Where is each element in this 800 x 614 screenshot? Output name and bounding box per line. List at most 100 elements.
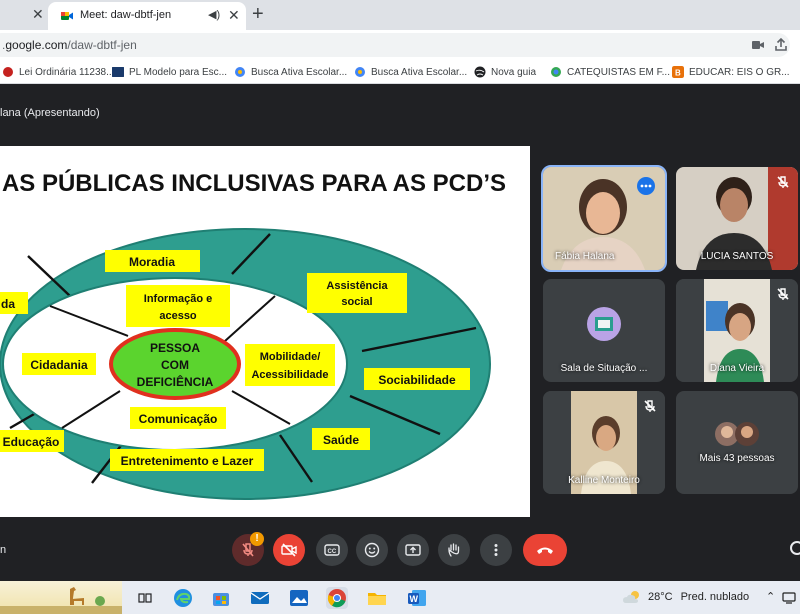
bookmark-busca-ativa-1[interactable]: Busca Ativa Escolar... bbox=[234, 64, 347, 80]
cloud-icon bbox=[623, 591, 639, 603]
photos-icon bbox=[290, 590, 308, 606]
camera-in-use-icon[interactable] bbox=[752, 40, 764, 50]
previous-tab-close-icon[interactable]: ✕ bbox=[32, 6, 44, 23]
bookmark-favicon-icon bbox=[112, 67, 124, 77]
widgets-thumbnail[interactable] bbox=[0, 581, 122, 614]
participant-name: Kalline Monteiro bbox=[568, 475, 640, 486]
participant-name: Sala de Situação ... bbox=[560, 363, 648, 374]
label-moradia: Moradia bbox=[129, 255, 175, 269]
tray-network-icon[interactable] bbox=[782, 590, 796, 604]
hang-up-icon bbox=[537, 547, 553, 554]
tab-close-icon[interactable]: ✕ bbox=[228, 7, 240, 24]
taskbar-chrome[interactable] bbox=[326, 587, 348, 609]
weather-condition: Pred. nublado bbox=[680, 591, 750, 603]
meeting-info-icon[interactable] bbox=[790, 541, 800, 555]
participant-tile-diana[interactable]: Diana Vieira bbox=[676, 279, 798, 382]
taskbar-mail[interactable] bbox=[249, 587, 271, 609]
chrome-icon bbox=[327, 589, 346, 608]
globe-icon bbox=[474, 66, 486, 78]
omnibox[interactable]: .google.com/daw-dbtf-jen bbox=[0, 33, 790, 57]
bookmark-pl-modelo[interactable]: PL Modelo para Esc... bbox=[112, 64, 227, 80]
participant-name: Fábia Halana bbox=[555, 251, 615, 262]
label-educacao: Educação bbox=[3, 435, 60, 449]
task-view-button[interactable] bbox=[134, 587, 156, 609]
word-icon: W bbox=[408, 590, 426, 606]
taskbar-store[interactable] bbox=[210, 587, 232, 609]
closed-captions-icon: CC bbox=[324, 544, 340, 556]
tray-chevron-up-icon[interactable]: ⌃ bbox=[766, 590, 775, 603]
emoji-icon bbox=[364, 542, 380, 558]
participant-tile-fabia[interactable]: Fábia Halana bbox=[541, 165, 667, 272]
bookmark-favicon-icon bbox=[551, 67, 561, 77]
label-assistencia-2: social bbox=[341, 296, 372, 308]
bookmark-busca-ativa-2[interactable]: Busca Ativa Escolar... bbox=[354, 64, 467, 80]
participant-avatars-group bbox=[715, 422, 759, 446]
svg-text:B: B bbox=[675, 69, 681, 78]
bookmark-favicon-icon bbox=[355, 67, 365, 77]
task-view-icon bbox=[138, 593, 152, 603]
speaker-icon[interactable]: ◀) bbox=[208, 8, 220, 21]
browser-tab-meet[interactable]: Meet: daw-dbtf-jen ◀) ✕ bbox=[48, 2, 246, 30]
label-assistencia-1: Assistência bbox=[326, 280, 388, 292]
label-entretenimento: Entretenimento e Lazer bbox=[121, 454, 254, 468]
label-informacao-2: acesso bbox=[159, 310, 197, 322]
meet-stage: lana (Apresentando) AS PÚBLICAS INCLUSIV… bbox=[0, 85, 800, 581]
camera-toggle-button[interactable] bbox=[273, 534, 305, 566]
presenter-label: lana (Apresentando) bbox=[0, 107, 100, 119]
address-bar-row: .google.com/daw-dbtf-jen bbox=[0, 30, 800, 60]
bookmark-lei-ordinaria[interactable]: Lei Ordinária 11238... bbox=[2, 64, 114, 80]
bookmark-favicon-icon bbox=[3, 67, 13, 77]
muted-mic-icon bbox=[777, 176, 789, 188]
more-options-button[interactable] bbox=[480, 534, 512, 566]
muted-mic-icon bbox=[777, 288, 789, 300]
label-sociabilidade: Sociabilidade bbox=[378, 373, 456, 387]
new-tab-plus-icon[interactable]: + bbox=[252, 3, 264, 26]
folder-icon bbox=[368, 593, 386, 605]
participant-tile-kalline[interactable]: Kalline Monteiro bbox=[543, 391, 665, 494]
bookmarks-bar: Lei Ordinária 11238... PL Modelo para Es… bbox=[0, 60, 800, 84]
more-options-icon[interactable] bbox=[637, 177, 655, 195]
url-text[interactable]: .google.com/daw-dbtf-jen bbox=[2, 38, 137, 52]
giraffe-image bbox=[0, 587, 122, 614]
participant-tile-sala[interactable]: Sala de Situação ... bbox=[543, 279, 665, 382]
muted-mic-icon bbox=[644, 400, 656, 412]
label-mobilidade-2: Acessibilidade bbox=[251, 369, 328, 381]
weather-widget[interactable]: 28°C Pred. nublado bbox=[622, 590, 749, 604]
bookmark-favicon-icon bbox=[235, 67, 245, 77]
reactions-button[interactable] bbox=[356, 534, 388, 566]
participant-tile-more[interactable]: Mais 43 pessoas bbox=[676, 391, 798, 494]
present-screen-button[interactable] bbox=[397, 534, 429, 566]
label-saude: Saúde bbox=[323, 433, 359, 447]
raise-hand-button[interactable] bbox=[438, 534, 470, 566]
participant-name: Diana Vieira bbox=[709, 363, 765, 374]
google-meet-icon bbox=[61, 12, 73, 20]
notification-badge: ! bbox=[250, 532, 264, 546]
taskbar-photos[interactable] bbox=[288, 587, 310, 609]
taskbar-edge[interactable] bbox=[172, 587, 194, 609]
participant-avatar bbox=[587, 307, 621, 341]
camera-off-icon bbox=[281, 543, 297, 557]
label-informacao-1: Informação e bbox=[144, 293, 212, 305]
participant-tile-lucia[interactable]: LUCIA SANTOS bbox=[676, 167, 798, 270]
edge-icon bbox=[174, 589, 192, 607]
meeting-details-label: n bbox=[0, 544, 7, 556]
inclusion-diagram: PESSOA COM DEFICIÊNCIA Moradia Assistênc… bbox=[0, 228, 491, 500]
label-left-clipped: da bbox=[1, 297, 15, 311]
share-icon[interactable] bbox=[774, 38, 788, 52]
center-label-2: COM bbox=[161, 358, 189, 372]
browser-tab-strip: ✕ Meet: daw-dbtf-jen ◀) ✕ + bbox=[0, 0, 800, 30]
captions-button[interactable]: CC bbox=[316, 534, 348, 566]
screen: ✕ Meet: daw-dbtf-jen ◀) ✕ + .google.com/… bbox=[0, 0, 800, 614]
shared-screen-slide: AS PÚBLICAS INCLUSIVAS PARA AS PCD’S PES… bbox=[0, 146, 530, 517]
bookmark-nova-guia[interactable]: Nova guia bbox=[474, 64, 536, 80]
center-label-3: DEFICIÊNCIA bbox=[137, 374, 214, 389]
taskbar-word[interactable]: W bbox=[406, 587, 428, 609]
blogger-icon: B bbox=[672, 66, 684, 78]
label-mobilidade-1: Mobilidade/ bbox=[260, 351, 321, 363]
bookmark-educar[interactable]: B EDUCAR: EIS O GR... bbox=[672, 64, 790, 80]
windows-taskbar: W 28°C Pred. nublado ⌃ bbox=[0, 581, 800, 614]
bookmark-catequistas[interactable]: CATEQUISTAS EM F... bbox=[550, 64, 670, 80]
taskbar-explorer[interactable] bbox=[366, 587, 388, 609]
store-icon bbox=[213, 593, 229, 606]
leave-call-button[interactable] bbox=[523, 534, 567, 566]
